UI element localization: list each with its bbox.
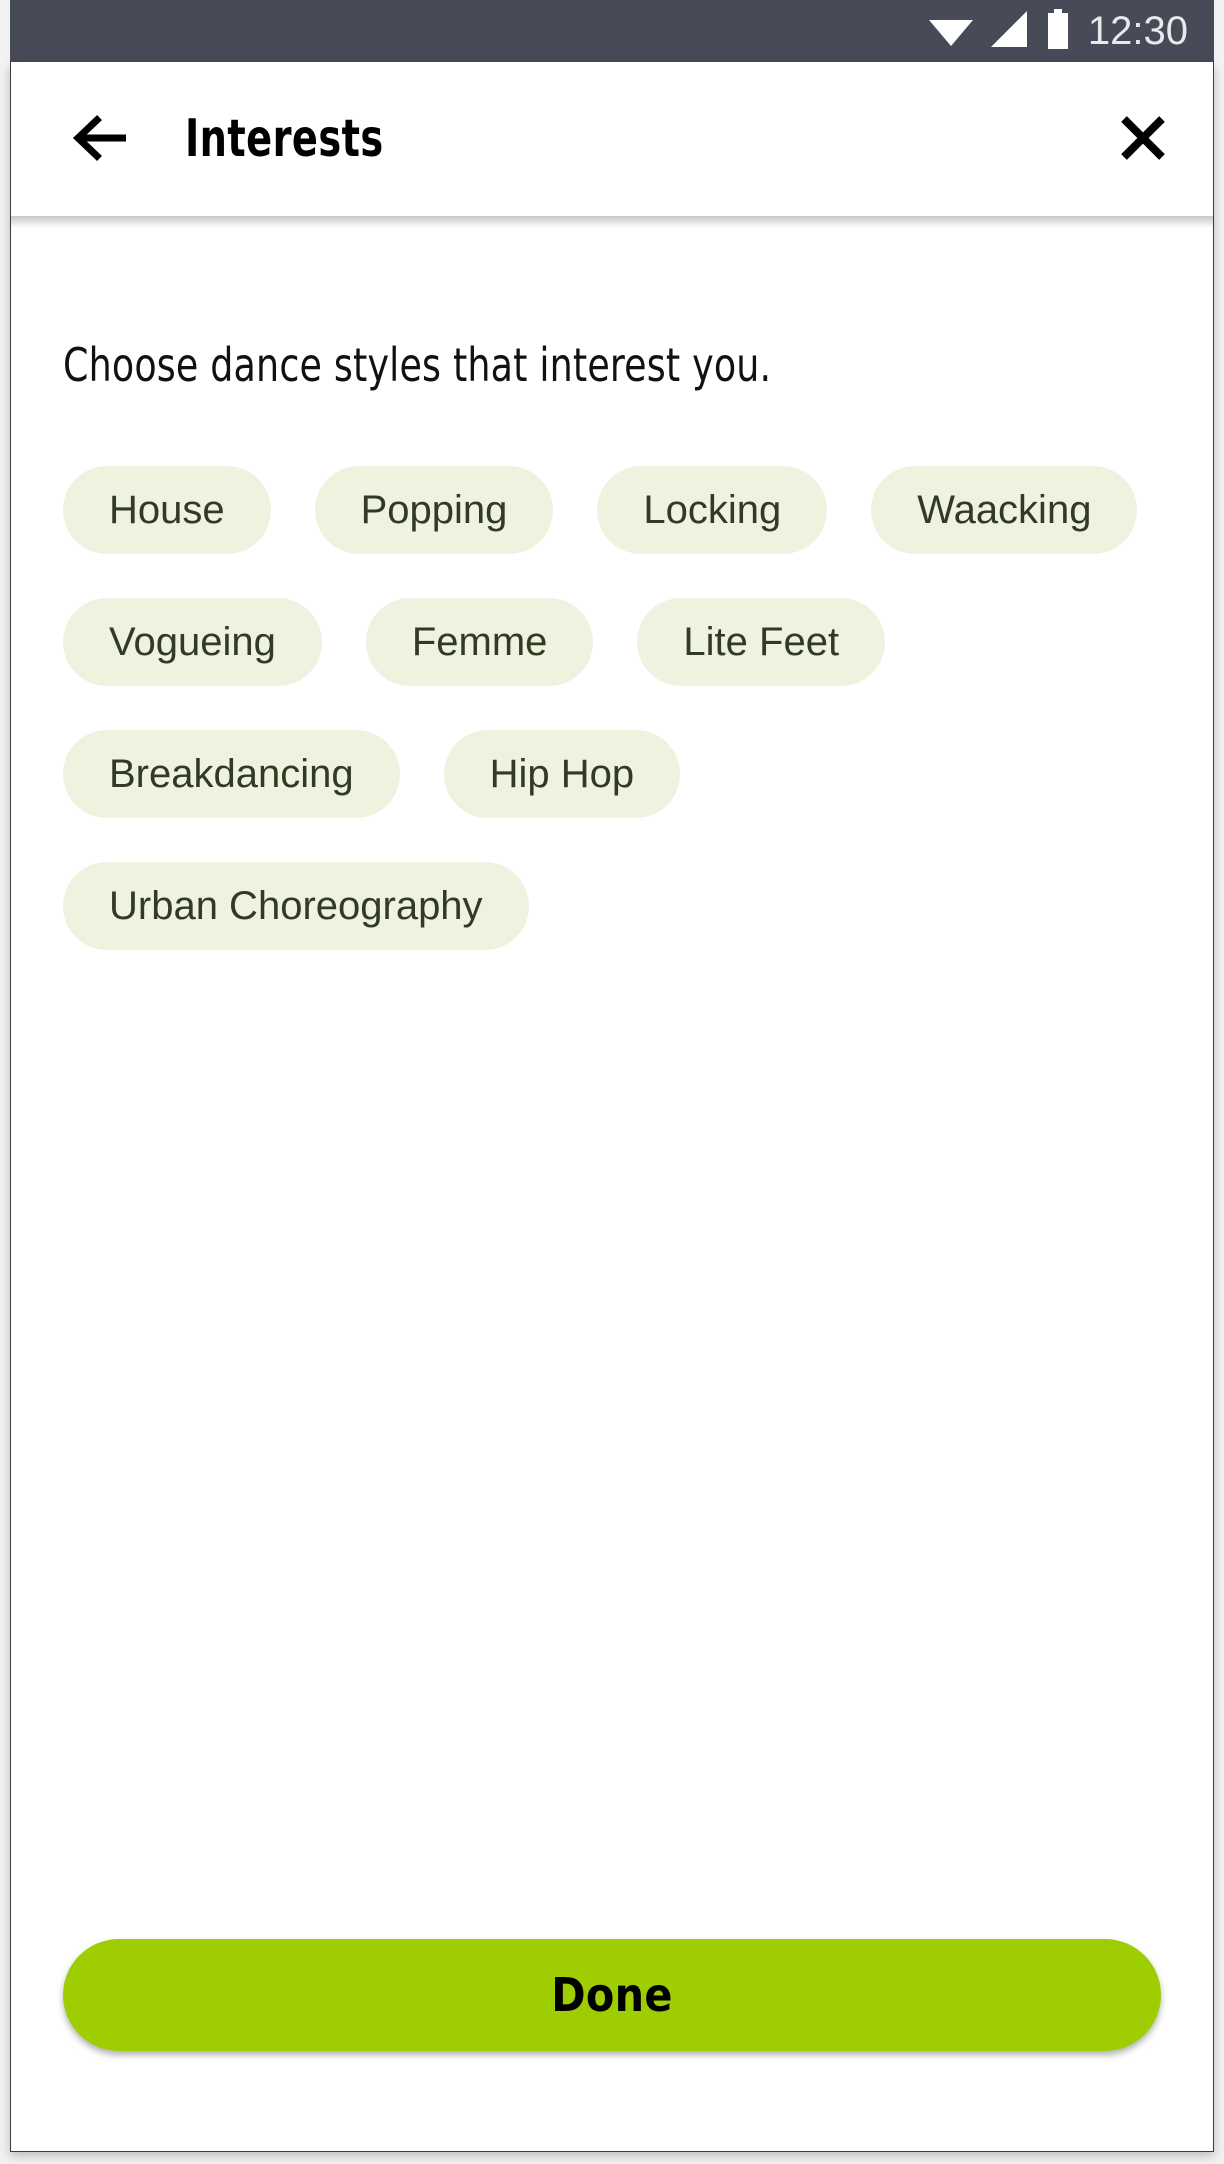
arrow-left-icon <box>71 114 131 165</box>
battery-icon <box>1046 9 1070 53</box>
interest-chip[interactable]: Lite Feet <box>637 598 886 686</box>
close-button[interactable] <box>1111 107 1175 171</box>
device-frame: Interests Choose dance styles that inter… <box>10 62 1214 2152</box>
interest-chip[interactable]: House <box>63 466 271 554</box>
interest-chip[interactable]: Locking <box>597 466 828 554</box>
prompt-text: Choose dance styles that interest you. <box>63 338 772 392</box>
interest-chip-group: House Popping Locking Waacking Vogueing Femme… <box>63 466 1143 950</box>
footer-bar: Done <box>11 1939 1213 2151</box>
interest-chip[interactable]: Waacking <box>871 466 1138 554</box>
interest-chip[interactable]: Vogueing <box>63 598 322 686</box>
interest-chip[interactable]: Urban Choreography <box>63 862 529 950</box>
status-bar-clock: 12:30 <box>1087 9 1188 53</box>
interest-chip[interactable]: Popping <box>314 466 554 554</box>
interest-chip[interactable]: Breakdancing <box>63 730 400 818</box>
app-bar: Interests <box>11 62 1213 228</box>
status-bar: 12:30 <box>10 0 1214 62</box>
content-area: Choose dance styles that interest you. H… <box>11 216 1213 1939</box>
interest-chip[interactable]: Femme <box>365 598 594 686</box>
close-icon <box>1115 110 1171 169</box>
app-screen: 12:30 Interests Choose dance styles that… <box>0 0 1224 2164</box>
status-bar-icons <box>928 9 1070 53</box>
back-button[interactable] <box>69 107 133 171</box>
cellular-signal-icon <box>990 10 1030 52</box>
wifi-icon <box>928 11 974 51</box>
page-title: Interests <box>185 109 384 169</box>
done-button[interactable]: Done <box>63 1939 1161 2051</box>
interest-chip[interactable]: Hip Hop <box>443 730 681 818</box>
